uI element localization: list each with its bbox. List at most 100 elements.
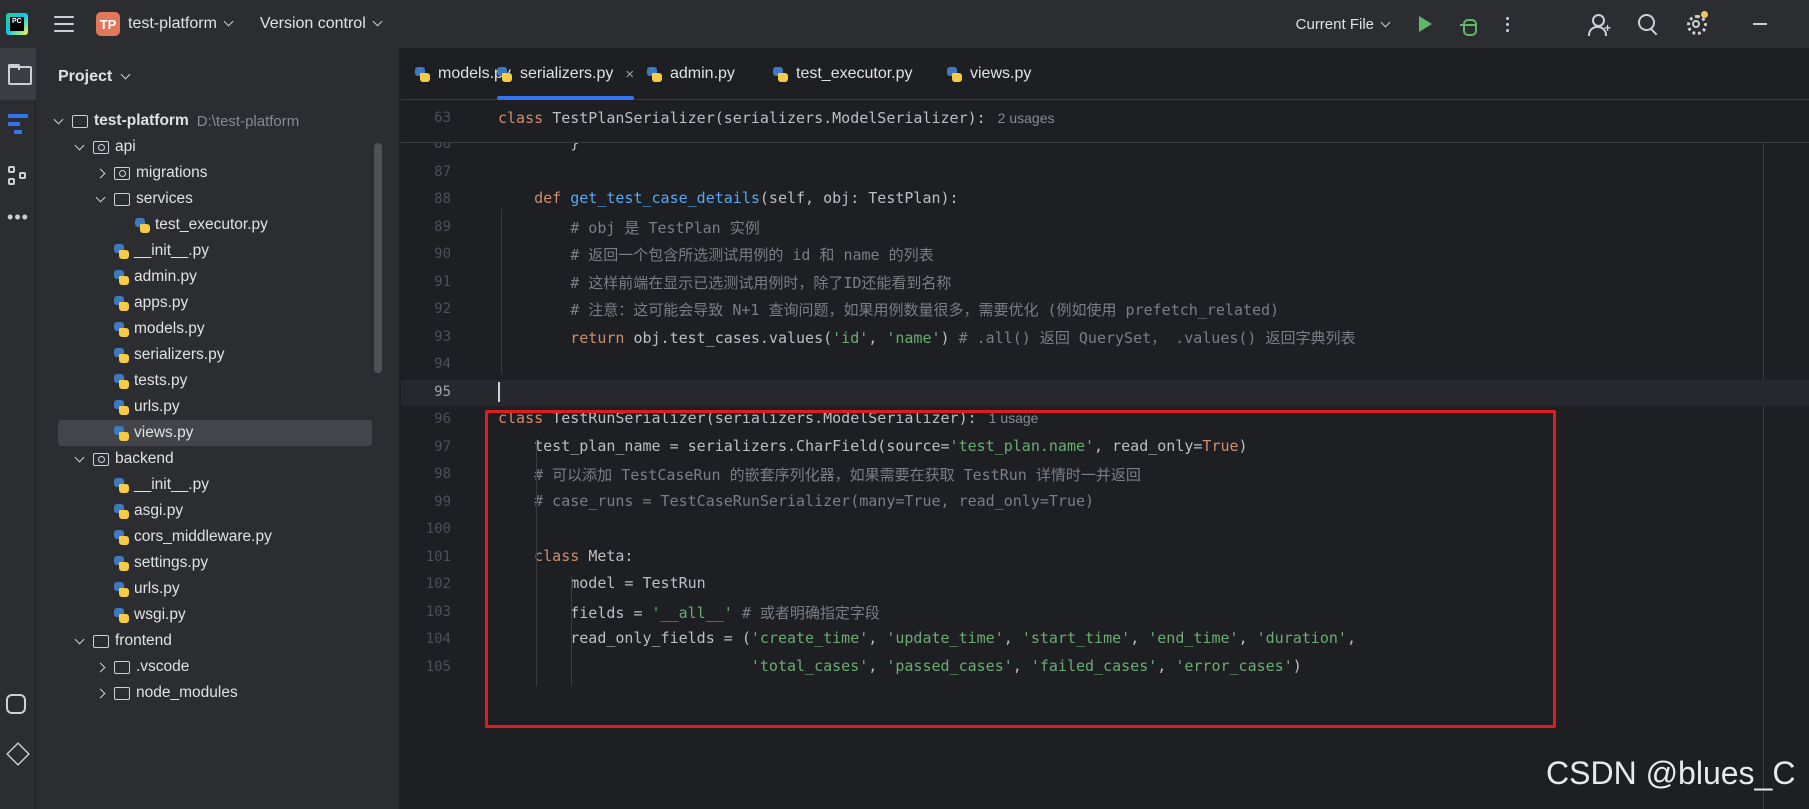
main-menu-icon[interactable] (54, 16, 74, 32)
python-console-icon[interactable] (6, 694, 26, 714)
tree-item-label: migrations (136, 164, 208, 181)
chevron-down-icon[interactable] (71, 634, 87, 644)
chevron-right-icon[interactable] (92, 168, 108, 178)
tree-item[interactable]: settings.py (36, 550, 400, 576)
python-file-icon (114, 555, 129, 571)
tree-item[interactable]: backend (36, 446, 400, 472)
line-number: 96 (434, 411, 451, 427)
package-folder-icon (93, 452, 109, 466)
version-control-menu[interactable]: Version control (260, 15, 383, 33)
tab-label: admin.py (670, 65, 735, 82)
more-actions-icon[interactable] (1506, 16, 1509, 32)
tree-item[interactable]: migrations (36, 160, 400, 186)
usages-hint[interactable]: 2 usages (998, 110, 1055, 126)
minimize-window-icon[interactable] (1753, 23, 1767, 25)
chevron-down-icon[interactable] (50, 114, 66, 124)
chevron-down-icon (223, 16, 234, 27)
project-name: test-platform (128, 15, 217, 32)
python-file-icon (114, 347, 129, 363)
run-config-selector[interactable]: Current File (1296, 16, 1391, 33)
code-line: # 返回一个包含所选测试用例的 id 和 name 的列表 (570, 246, 934, 264)
tree-item[interactable]: .vscode (36, 654, 400, 680)
more-tools-icon[interactable]: ••• (6, 208, 30, 236)
tree-item[interactable]: services (36, 186, 400, 212)
tree-item-label: __init__.py (134, 476, 209, 493)
tree-item[interactable]: views.py (58, 420, 372, 446)
notification-dot (1701, 11, 1708, 18)
commit-tool-icon[interactable] (6, 112, 30, 136)
tab-label: serializers.py (520, 65, 614, 82)
tree-item[interactable]: apps.py (36, 290, 400, 316)
tree-item-label: urls.py (134, 580, 180, 597)
tree-item[interactable]: cors_middleware.py (36, 524, 400, 550)
project-badge[interactable]: TP (96, 12, 120, 36)
activity-bar: ••• (0, 48, 36, 809)
search-icon[interactable] (1637, 13, 1659, 35)
tree-item[interactable]: models.py (36, 316, 400, 342)
tree-item[interactable]: admin.py (36, 264, 400, 290)
code-line: # 注意：这可能会导致 N+1 查询问题，如果用例数量很多，需要优化 (例如使用… (570, 301, 1280, 319)
tree-item[interactable]: wsgi.py (36, 602, 400, 628)
tree-item[interactable]: tests.py (36, 368, 400, 394)
chevron-down-icon[interactable] (71, 452, 87, 462)
editor-tab[interactable]: views.py (947, 48, 1031, 100)
line-number: 90 (434, 246, 451, 262)
sticky-scroll-header[interactable]: 63 class TestPlanSerializer(serializers.M… (401, 101, 1809, 143)
tree-item[interactable]: api (36, 134, 400, 160)
tree-item-label: .vscode (136, 658, 190, 675)
project-view-selector[interactable]: Project (58, 68, 131, 86)
project-tree-scrollbar[interactable] (374, 143, 382, 373)
run-icon[interactable] (1419, 16, 1432, 32)
project-switcher[interactable]: test-platform (128, 15, 234, 33)
settings-gear-icon[interactable] (1685, 11, 1708, 35)
text-caret (498, 381, 500, 402)
line-number: 63 (434, 110, 451, 126)
chevron-right-icon[interactable] (92, 688, 108, 698)
project-tool-icon[interactable] (6, 62, 32, 86)
code-line: class TestPlanSerializer(serializers.Mod… (498, 109, 1055, 127)
close-tab-icon[interactable]: × (625, 66, 634, 83)
line-number: 99 (434, 493, 451, 510)
chevron-down-icon[interactable] (71, 140, 87, 150)
tree-item[interactable]: __init__.py (36, 238, 400, 264)
tree-item-label: test-platform (94, 112, 189, 129)
tree-item[interactable]: test-platform D:\test-platform (36, 108, 400, 134)
title-bar: PC TP test-platform Version control Curr… (0, 0, 1809, 48)
python-file-icon (114, 529, 129, 545)
tree-item[interactable]: asgi.py (36, 498, 400, 524)
line-number: 103 (425, 603, 451, 620)
current-line-highlight (401, 379, 1809, 406)
editor-tab[interactable]: test_executor.py (773, 48, 913, 100)
python-packages-icon[interactable] (6, 742, 30, 766)
add-user-icon[interactable]: + (1587, 13, 1611, 36)
python-file-icon (114, 581, 129, 597)
tree-item-label: frontend (115, 632, 172, 649)
line-number: 92 (434, 301, 451, 317)
code-line: # obj 是 TestPlan 实例 (570, 218, 760, 237)
pycharm-logo-icon[interactable]: PC (6, 13, 28, 35)
line-number: 98 (434, 466, 451, 482)
editor-tabs: models.py serializers.py × admin.py test_exe… (401, 48, 1809, 100)
tree-item[interactable]: serializers.py (36, 342, 400, 368)
tab-label: test_executor.py (796, 65, 913, 82)
tree-item[interactable]: frontend (36, 628, 400, 654)
editor-tab[interactable]: serializers.py × (497, 48, 635, 100)
python-file-icon (114, 425, 129, 441)
line-number: 95 (434, 383, 451, 400)
right-margin-guide (1763, 101, 1764, 809)
tree-item[interactable]: urls.py (36, 394, 400, 420)
tree-item[interactable]: node_modules (36, 680, 400, 706)
editor-tab[interactable]: admin.py (647, 48, 735, 100)
line-number: 93 (434, 328, 451, 345)
tree-item[interactable]: __init__.py (36, 472, 400, 498)
tree-item[interactable]: test_executor.py (36, 212, 400, 238)
tree-item[interactable]: urls.py (36, 576, 400, 602)
line-number: 89 (434, 218, 451, 235)
debug-icon[interactable] (1460, 16, 1477, 36)
chevron-down-icon[interactable] (92, 192, 108, 202)
python-file-icon (114, 295, 129, 311)
tree-item-label: cors_middleware.py (134, 528, 272, 545)
structure-tool-icon[interactable] (6, 164, 30, 188)
line-number: 104 (425, 631, 451, 647)
chevron-right-icon[interactable] (92, 662, 108, 672)
